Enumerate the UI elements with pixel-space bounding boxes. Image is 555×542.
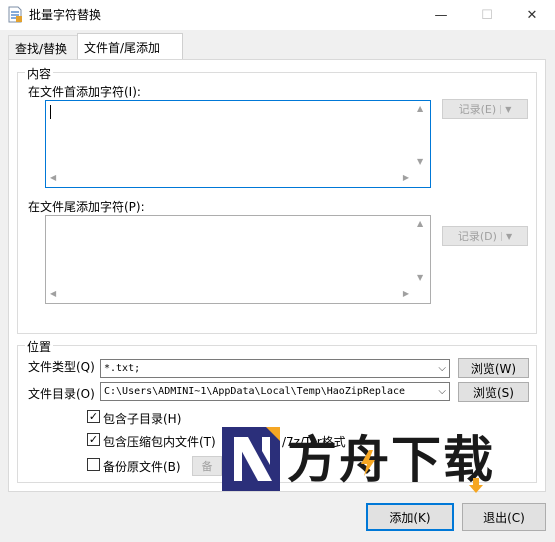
add-button[interactable]: 添加(K) [366, 503, 454, 531]
include-subdirs-label[interactable]: 包含子目录(H) [103, 410, 181, 427]
watermark-text: 方舟下载 [287, 431, 495, 489]
scroll-up-icon[interactable]: ▲ [417, 219, 423, 229]
window-title: 批量字符替换 [29, 8, 102, 22]
backup-original-checkbox[interactable] [87, 458, 100, 471]
head-record-label: 记录(E) [458, 103, 497, 116]
scroll-left-icon[interactable]: ◀ [50, 173, 56, 183]
include-subdirs-checkbox[interactable]: ✓ [87, 410, 100, 423]
tab-head-tail-add[interactable]: 文件首/尾添加 [77, 33, 183, 60]
head-horizontal-scrollbar[interactable]: ◀ ▶ [46, 170, 413, 187]
content-group-title: 内容 [25, 65, 54, 82]
maximize-button: ☐ [464, 0, 510, 30]
head-add-label: 在文件首添加字符(I): [28, 85, 141, 99]
scroll-left-icon[interactable]: ◀ [50, 289, 56, 299]
include-archives-checkbox[interactable]: ✓ [87, 433, 100, 446]
browse-s-button[interactable]: 浏览(S) [458, 382, 529, 402]
text-cursor [50, 105, 51, 119]
scroll-right-icon[interactable]: ▶ [403, 173, 409, 183]
tail-add-label: 在文件尾添加字符(P): [28, 200, 145, 214]
file-type-label: 文件类型(Q) [28, 360, 95, 374]
file-dir-value: C:\Users\ADMINI~1\AppData\Local\Temp\Hao… [104, 386, 406, 397]
download-arrow-icon [468, 478, 484, 494]
scroll-down-icon[interactable]: ▼ [417, 273, 423, 283]
tail-vertical-scrollbar[interactable]: ▲ ▼ [413, 216, 430, 286]
backup-button: 备 [192, 456, 222, 476]
scroll-right-icon[interactable]: ▶ [403, 289, 409, 299]
file-type-value: *.txt; [104, 363, 141, 374]
close-icon: ✕ [526, 7, 538, 23]
close-button[interactable]: ✕ [509, 0, 555, 30]
watermark-logo [222, 425, 282, 493]
backup-original-label[interactable]: 备份原文件(B) [103, 458, 181, 475]
file-dir-label: 文件目录(O) [28, 387, 95, 401]
lightning-icon [359, 450, 377, 476]
tail-add-textarea[interactable]: ▲ ▼ ◀ ▶ [45, 215, 431, 304]
tail-record-label: 记录(D) [457, 230, 497, 243]
minimize-icon: — [434, 7, 448, 23]
app-icon [7, 6, 23, 23]
minimize-button[interactable]: — [418, 0, 464, 30]
location-group-title: 位置 [25, 338, 54, 355]
include-archives-label[interactable]: 包含压缩包内文件(T) [103, 433, 216, 450]
chevron-down-icon[interactable]: ⌵ [438, 386, 446, 397]
tail-horizontal-scrollbar[interactable]: ◀ ▶ [46, 286, 413, 303]
chevron-down-icon[interactable]: ⌵ [438, 363, 446, 374]
dropdown-icon: ▼ [500, 104, 511, 114]
head-vertical-scrollbar[interactable]: ▲ ▼ [413, 101, 430, 170]
maximize-icon: ☐ [481, 7, 493, 23]
scroll-up-icon[interactable]: ▲ [417, 104, 423, 114]
tail-record-button: 记录(D) ▼ [442, 226, 528, 246]
exit-button[interactable]: 退出(C) [462, 503, 546, 531]
checkmark-icon: ✓ [88, 433, 99, 446]
head-add-textarea[interactable]: ▲ ▼ ◀ ▶ [45, 100, 431, 188]
scroll-down-icon[interactable]: ▼ [417, 157, 423, 167]
checkmark-icon: ✓ [88, 410, 99, 423]
file-type-combo[interactable]: *.txt; ⌵ [100, 359, 450, 378]
browse-w-button[interactable]: 浏览(W) [458, 358, 529, 378]
dropdown-icon: ▼ [500, 231, 512, 241]
head-record-button: 记录(E) ▼ [442, 99, 528, 119]
file-dir-combo[interactable]: C:\Users\ADMINI~1\AppData\Local\Temp\Hao… [100, 382, 450, 401]
